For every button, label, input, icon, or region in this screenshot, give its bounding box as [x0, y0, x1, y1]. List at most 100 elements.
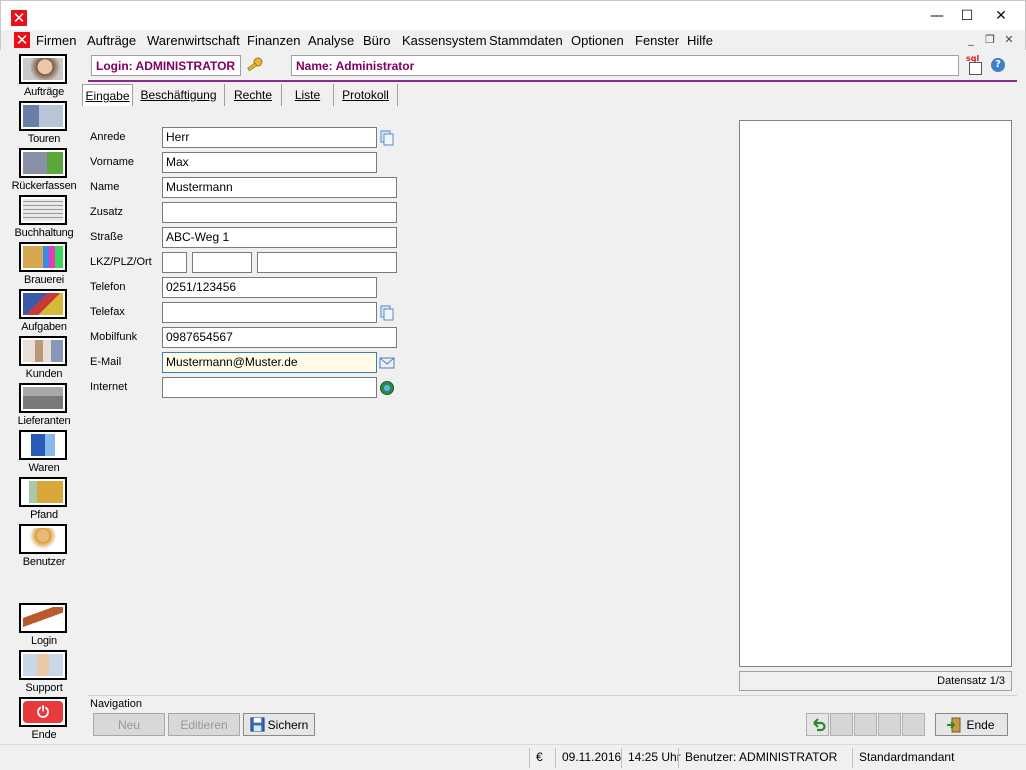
sidebar-item-pfand[interactable]: Pfand	[8, 475, 80, 522]
sidebar-item-ende[interactable]: ⏻ Ende	[8, 695, 80, 742]
copy-icon[interactable]	[379, 305, 395, 321]
ort-input[interactable]	[257, 252, 397, 273]
tab-beschaeftigung[interactable]: Beschäftigung	[133, 84, 225, 106]
internet-input[interactable]	[162, 377, 377, 398]
tasks-icon	[19, 289, 67, 319]
login-display: Login: ADMINISTRATOR	[91, 55, 241, 76]
menu-firmen[interactable]: Firmen	[36, 33, 76, 48]
plz-input[interactable]	[192, 252, 252, 273]
goods-icon	[19, 430, 67, 460]
menu-fenster[interactable]: Fenster	[635, 33, 679, 48]
sidebar-item-aufgaben[interactable]: Aufgaben	[8, 287, 80, 334]
menu-bar: ✕ Firmen Aufträge Warenwirtschaft Finanz…	[0, 30, 1026, 50]
sidebar-item-auftraege[interactable]: Aufträge	[8, 52, 80, 99]
operator-icon	[19, 54, 67, 84]
vorname-input[interactable]: Max	[162, 152, 377, 173]
customers-icon	[19, 336, 67, 366]
name-label: Name	[90, 181, 120, 193]
telefon-input[interactable]: 0251/123456	[162, 277, 377, 298]
app-menu-icon[interactable]: ✕	[14, 32, 30, 48]
mdi-close-button[interactable]: ✕	[1001, 33, 1017, 47]
menu-kassensystem[interactable]: Kassensystem	[402, 33, 487, 48]
menu-auftraege[interactable]: Aufträge	[87, 33, 136, 48]
sichern-button[interactable]: Sichern	[243, 713, 315, 736]
menu-buero[interactable]: Büro	[363, 33, 390, 48]
truck-icon	[19, 101, 67, 131]
suppliers-icon	[19, 383, 67, 413]
title-bar: ✕ — ☐ ✕	[0, 0, 1026, 30]
record-counter: Datensatz 1/3	[739, 671, 1012, 691]
undo-arrow-icon	[813, 718, 826, 732]
status-bar: € 09.11.2016 14:25 Uhr Benutzer: ADMINIS…	[0, 744, 1026, 770]
telefon-label: Telefon	[90, 281, 126, 293]
nav-last-button[interactable]	[902, 713, 925, 736]
nav-prev-button[interactable]	[854, 713, 877, 736]
sql-query-icon[interactable]: sql	[965, 54, 985, 76]
brewery-icon	[19, 242, 67, 272]
name-display: Name: Administrator	[291, 55, 959, 76]
menu-hilfe[interactable]: Hilfe	[687, 33, 713, 48]
mobilfunk-input[interactable]: 0987654567	[162, 327, 397, 348]
app-logo-icon: ✕	[11, 9, 27, 27]
telefax-input[interactable]	[162, 302, 377, 323]
sidebar-item-support[interactable]: Support	[8, 648, 80, 695]
anrede-label: Anrede	[90, 131, 126, 143]
power-icon: ⏻	[19, 697, 67, 727]
crate-icon	[19, 477, 67, 507]
internet-label: Internet	[90, 381, 128, 393]
mdi-minimize-button[interactable]: _	[963, 33, 979, 47]
invoice-icon	[19, 195, 67, 225]
zusatz-label: Zusatz	[90, 206, 124, 218]
undo-button[interactable]	[806, 713, 829, 736]
ende-button[interactable]: Ende	[935, 713, 1008, 736]
menu-analyse[interactable]: Analyse	[308, 33, 354, 48]
nav-next-button[interactable]	[878, 713, 901, 736]
user-lock-icon	[19, 524, 67, 554]
sidebar-item-benutzer[interactable]: Benutzer	[8, 522, 80, 569]
tab-protokoll[interactable]: Protokoll	[334, 84, 398, 106]
key-icon	[247, 57, 263, 72]
name-input[interactable]: Mustermann	[162, 177, 397, 198]
sidebar-item-buchhaltung[interactable]: Buchhaltung	[8, 193, 80, 240]
lkz-plz-ort-label: LKZ/PLZ/Ort	[90, 256, 152, 268]
menu-warenwirtschaft[interactable]: Warenwirtschaft	[147, 33, 240, 48]
tab-rechte[interactable]: Rechte	[225, 84, 282, 106]
copy-icon[interactable]	[379, 130, 395, 146]
nav-first-button[interactable]	[830, 713, 853, 736]
sidebar-item-touren[interactable]: Touren	[8, 99, 80, 146]
sidebar-item-login[interactable]: Login	[8, 601, 80, 648]
sidebar-item-kunden[interactable]: Kunden	[8, 334, 80, 381]
menu-optionen[interactable]: Optionen	[571, 33, 624, 48]
help-icon[interactable]: ?	[991, 58, 1005, 72]
telefax-label: Telefax	[90, 306, 125, 318]
status-user: Benutzer: ADMINISTRATOR	[678, 748, 850, 768]
status-time: 14:25 Uhr	[621, 748, 681, 768]
handshake-icon	[19, 650, 67, 680]
tab-eingabe[interactable]: Eingabe	[82, 84, 133, 106]
neu-button[interactable]: Neu	[93, 713, 165, 736]
save-icon	[250, 717, 265, 732]
zusatz-input[interactable]	[162, 202, 397, 223]
editieren-button[interactable]: Editieren	[168, 713, 240, 736]
menu-stammdaten[interactable]: Stammdaten	[489, 33, 563, 48]
status-date: 09.11.2016	[555, 748, 621, 768]
menu-finanzen[interactable]: Finanzen	[247, 33, 300, 48]
tab-liste[interactable]: Liste	[282, 84, 334, 106]
sidebar-item-brauerei[interactable]: Brauerei	[8, 240, 80, 287]
email-input[interactable]: Mustermann@Muster.de	[162, 352, 377, 373]
mdi-restore-button[interactable]: ❐	[982, 33, 998, 47]
globe-icon[interactable]	[379, 380, 395, 396]
anrede-input[interactable]: Herr	[162, 127, 377, 148]
vorname-label: Vorname	[90, 156, 135, 168]
sidebar-item-lieferanten[interactable]: Lieferanten	[8, 381, 80, 428]
close-button[interactable]: ✕	[982, 1, 1020, 31]
sidebar-item-rueckerfassen[interactable]: Rückerfassen	[8, 146, 80, 193]
sidebar-item-waren[interactable]: Waren	[8, 428, 80, 475]
maximize-button[interactable]: ☐	[948, 1, 986, 31]
status-client: Standardmandant	[852, 748, 1012, 768]
lkz-input[interactable]	[162, 252, 187, 273]
strasse-input[interactable]: ABC-Weg 1	[162, 227, 397, 248]
header-divider	[88, 80, 1017, 82]
mail-icon[interactable]	[379, 355, 395, 371]
ende-label: Ende	[966, 718, 995, 732]
